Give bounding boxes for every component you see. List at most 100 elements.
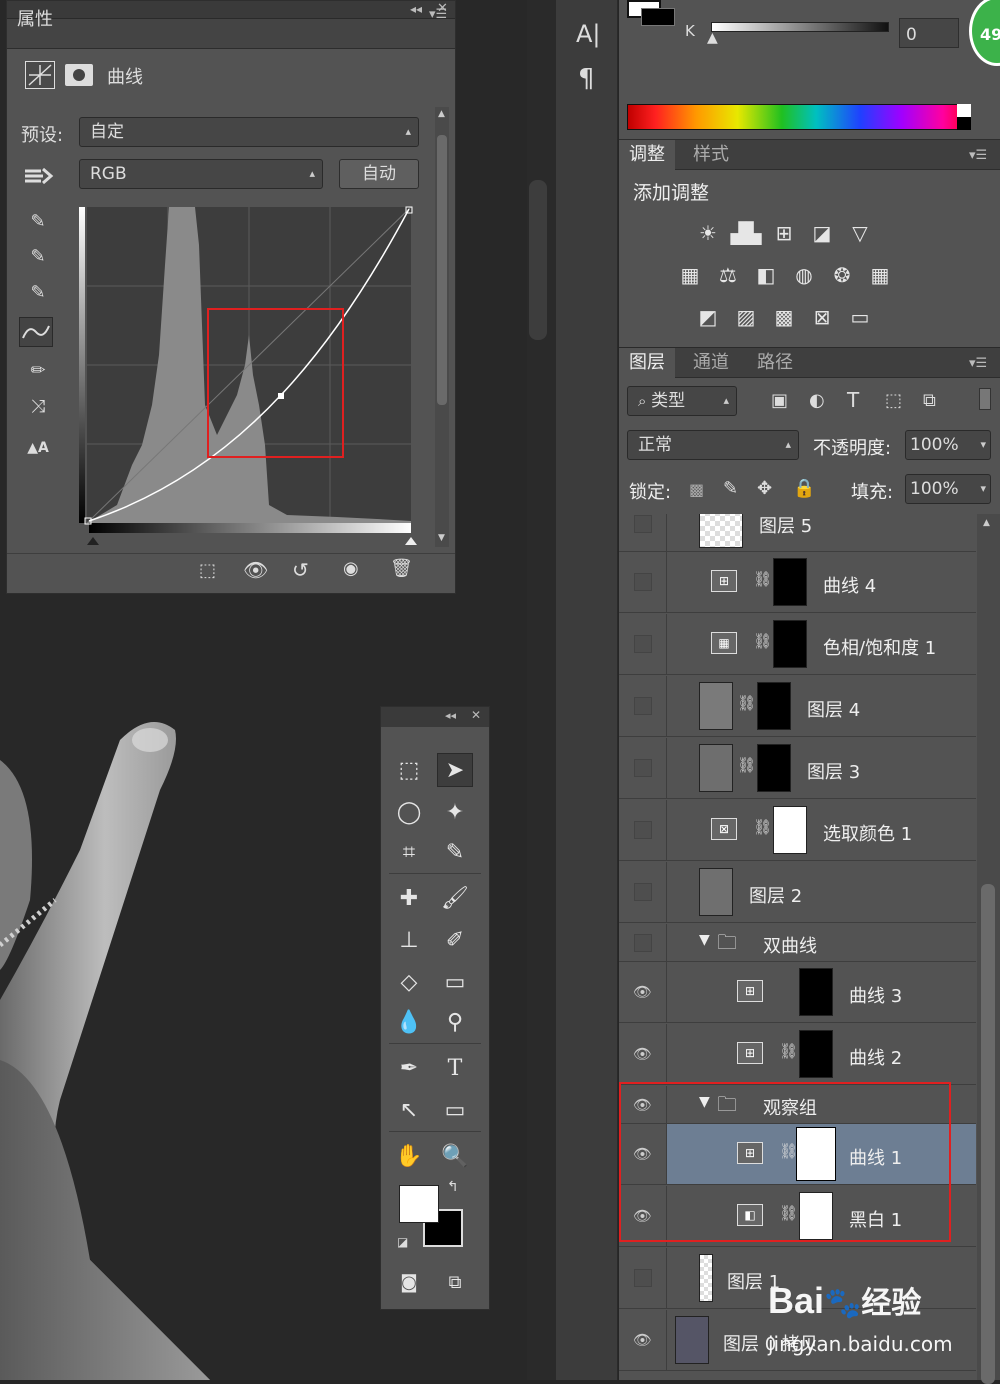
move-tool-icon[interactable]: ➤ bbox=[437, 753, 473, 787]
layer-row[interactable]: ⊠ ⛓ 选取颜色 1 bbox=[619, 800, 976, 861]
channel-mixer-icon[interactable]: ❂ bbox=[827, 260, 857, 290]
eye-icon[interactable]: 👁 bbox=[633, 983, 652, 1001]
adjust-menu-icon[interactable]: ▾☰ bbox=[969, 148, 987, 163]
layer-row[interactable]: 👁 ⊞ 曲线 3 bbox=[619, 962, 976, 1023]
pen-icon[interactable]: ✒ bbox=[391, 1051, 427, 1085]
white-eyedropper-icon[interactable]: ✎ bbox=[21, 277, 55, 307]
tab-properties[interactable]: 属性 bbox=[17, 5, 53, 31]
delete-icon[interactable]: 🗑 bbox=[390, 558, 413, 579]
fill-field[interactable]: 100% ▾ bbox=[905, 474, 991, 504]
rectangle-icon[interactable]: ▭ bbox=[437, 1093, 473, 1127]
link-icon[interactable]: ⛓ bbox=[753, 818, 772, 836]
k-value-field[interactable]: 0 bbox=[899, 18, 959, 48]
visibility-toggle[interactable] bbox=[633, 1269, 652, 1287]
eraser-icon[interactable]: ◇ bbox=[391, 965, 427, 999]
layer-name[interactable]: 选取颜色 1 bbox=[823, 820, 912, 846]
shape-filter-icon[interactable]: ⬚ bbox=[885, 390, 902, 411]
targeted-adjust-icon[interactable] bbox=[21, 163, 55, 189]
posterize-icon[interactable]: ▨ bbox=[731, 302, 761, 332]
curves-adj-icon[interactable]: ⊞ bbox=[769, 218, 799, 248]
visibility-toggle[interactable] bbox=[633, 759, 652, 777]
link-icon[interactable]: ⛓ bbox=[779, 1204, 798, 1222]
eye-icon[interactable]: 👁 bbox=[633, 1096, 652, 1114]
scroll-thumb[interactable] bbox=[529, 180, 547, 340]
pencil-icon[interactable]: ✏ bbox=[21, 355, 55, 385]
marquee-icon[interactable]: ⬚ bbox=[391, 753, 427, 787]
layer-name[interactable]: 色相/饱和度 1 bbox=[823, 634, 936, 660]
layer-row[interactable]: ⛓ 图层 3 bbox=[619, 738, 976, 799]
expand-arrow-icon[interactable]: ▼ bbox=[699, 932, 710, 948]
blend-mode-select[interactable]: 正常 ▴ bbox=[627, 430, 799, 460]
visibility-toggle[interactable] bbox=[633, 514, 652, 533]
layers-scrollbar[interactable]: ▲ bbox=[977, 514, 1000, 1384]
layer-name[interactable]: 黑白 1 bbox=[849, 1206, 902, 1232]
layer-name[interactable]: 曲线 2 bbox=[849, 1044, 902, 1070]
auto-button[interactable]: 自动 bbox=[339, 159, 419, 189]
lasso-icon[interactable]: ◯ bbox=[391, 795, 427, 829]
layer-filter-select[interactable]: ⌕ 类型 ▴ bbox=[627, 386, 737, 416]
clone-stamp-icon[interactable]: ⊥ bbox=[391, 923, 427, 957]
link-icon[interactable]: ⛓ bbox=[753, 570, 772, 588]
quick-mask-icon[interactable]: ◙ bbox=[391, 1265, 427, 1299]
hand-tool-icon[interactable]: ✋ bbox=[391, 1139, 427, 1173]
swap-colors-icon[interactable]: ↰ bbox=[447, 1179, 459, 1195]
slider-thumb[interactable]: ▲ bbox=[707, 30, 718, 46]
layer-name[interactable]: 曲线 4 bbox=[823, 572, 876, 598]
layer-name[interactable]: 图层 3 bbox=[807, 758, 860, 784]
hue-saturation-icon[interactable]: ▦ bbox=[675, 260, 705, 290]
curves-icon[interactable] bbox=[25, 61, 55, 89]
mask-icon[interactable] bbox=[65, 64, 93, 86]
invert-icon[interactable]: ◩ bbox=[693, 302, 723, 332]
preset-select[interactable]: 自定 ▴ bbox=[79, 117, 419, 147]
eye-icon[interactable]: 👁 bbox=[633, 1145, 652, 1163]
paragraph-icon[interactable]: ¶ bbox=[578, 64, 595, 94]
visibility-toggle[interactable] bbox=[633, 883, 652, 901]
color-balance-icon[interactable]: ⚖ bbox=[713, 260, 743, 290]
tab-adjustments[interactable]: 调整 bbox=[619, 140, 675, 170]
properties-scrollbar[interactable]: ▲ ▼ bbox=[435, 107, 449, 547]
clip-to-layer-icon[interactable]: ⬚ bbox=[199, 560, 216, 581]
visibility-toggle[interactable] bbox=[633, 697, 652, 715]
panel-menu-icon[interactable]: ▾☰ bbox=[429, 7, 447, 22]
link-icon[interactable]: ⛓ bbox=[779, 1142, 798, 1160]
brightness-icon[interactable]: ☀ bbox=[693, 218, 723, 248]
opacity-field[interactable]: 100% ▾ bbox=[905, 430, 991, 460]
channel-select[interactable]: RGB ▴ bbox=[79, 159, 323, 189]
close-icon[interactable]: ✕ bbox=[471, 708, 481, 722]
zoom-icon[interactable]: 🔍 bbox=[437, 1139, 473, 1173]
default-colors-icon[interactable]: ◪ bbox=[397, 1235, 408, 1249]
curves-graph[interactable] bbox=[77, 205, 417, 550]
link-icon[interactable]: ⛓ bbox=[737, 756, 756, 774]
link-icon[interactable]: ⛓ bbox=[779, 1042, 798, 1060]
k-slider[interactable] bbox=[711, 22, 889, 32]
black-white-icon[interactable]: ◧ bbox=[751, 260, 781, 290]
lock-move-icon[interactable]: ✥ bbox=[757, 478, 772, 499]
layer-row[interactable]: ⊞ ⛓ 曲线 4 bbox=[619, 552, 976, 613]
blur-icon[interactable]: 💧 bbox=[391, 1005, 427, 1039]
tab-layers[interactable]: 图层 bbox=[619, 348, 675, 378]
layer-name[interactable]: 曲线 1 bbox=[849, 1144, 902, 1170]
layer-name[interactable]: 图层 5 bbox=[759, 514, 812, 538]
path-select-icon[interactable]: ↖ bbox=[391, 1093, 427, 1127]
color-ramp[interactable] bbox=[627, 104, 971, 130]
link-icon[interactable]: ⛓ bbox=[737, 694, 756, 712]
tab-channels[interactable]: 通道 bbox=[683, 348, 739, 378]
visibility-toggle[interactable] bbox=[633, 573, 652, 591]
vibrance-icon[interactable]: ▽ bbox=[845, 218, 875, 248]
group-row[interactable]: ▼ 🗀 双曲线 bbox=[619, 924, 976, 962]
gradient-icon[interactable]: ▭ bbox=[437, 965, 473, 999]
layer-row[interactable]: ⛓ 图层 4 bbox=[619, 676, 976, 737]
eye-icon[interactable]: 👁 bbox=[633, 1045, 652, 1063]
color-lookup-icon[interactable]: ▦ bbox=[865, 260, 895, 290]
threshold-icon[interactable]: ▩ bbox=[769, 302, 799, 332]
brush-icon[interactable]: 🖌 bbox=[437, 881, 473, 915]
link-icon[interactable]: ⛓ bbox=[753, 632, 772, 650]
dodge-icon[interactable]: ⚲ bbox=[437, 1005, 473, 1039]
levels-icon[interactable]: ▟▙ bbox=[731, 218, 762, 248]
toggle-visibility-icon[interactable]: ◉ bbox=[343, 558, 359, 579]
visibility-toggle[interactable] bbox=[633, 635, 652, 653]
layer-row[interactable]: ▦ ⛓ 色相/饱和度 1 bbox=[619, 614, 976, 675]
layer-name[interactable]: 图层 2 bbox=[749, 882, 802, 908]
pixel-filter-icon[interactable]: ▣ bbox=[771, 390, 788, 411]
tab-paths[interactable]: 路径 bbox=[747, 348, 803, 378]
